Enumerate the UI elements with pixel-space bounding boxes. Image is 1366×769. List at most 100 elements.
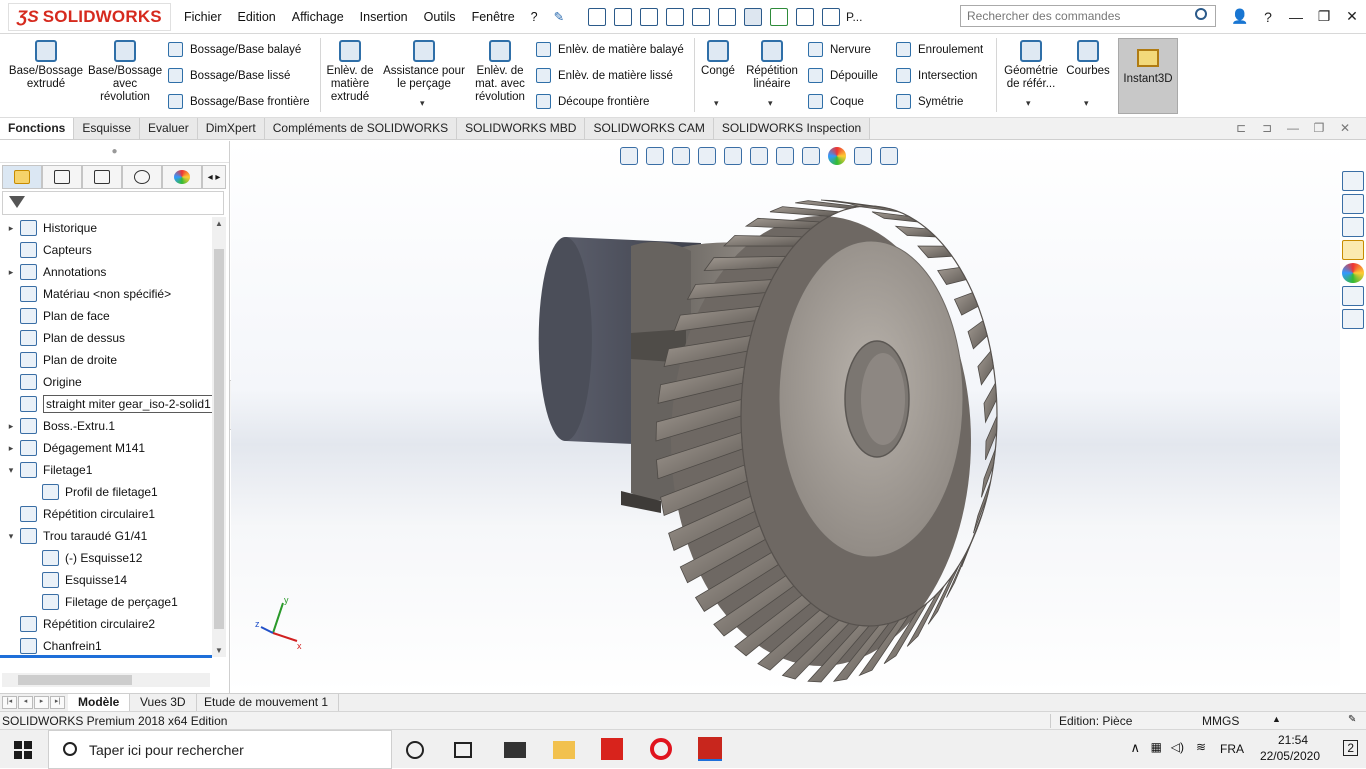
- swept-cut-button[interactable]: Enlèv. de matière balayé: [536, 42, 684, 57]
- scroll-thumb[interactable]: [214, 249, 224, 629]
- rollback-bar[interactable]: [0, 655, 212, 658]
- last-tab-icon[interactable]: ▸|: [50, 696, 65, 709]
- wrap-button[interactable]: Enroulement: [896, 42, 983, 57]
- quick-access-overflow[interactable]: P...: [846, 10, 862, 24]
- tree-node[interactable]: Plan de dessus: [6, 327, 125, 349]
- pdf-reader-icon[interactable]: [601, 738, 623, 760]
- horizontal-scroll-thumb[interactable]: [18, 675, 132, 685]
- property-manager-tab[interactable]: [42, 165, 82, 189]
- home-icon[interactable]: [588, 8, 606, 26]
- tile-left-icon[interactable]: ⊏: [1228, 121, 1254, 135]
- windows-start-icon[interactable]: [14, 741, 32, 759]
- command-search-input[interactable]: Rechercher des commandes: [960, 5, 1216, 27]
- tree-node[interactable]: ▾ Trou taraudé G1/41: [6, 525, 147, 547]
- fillet-button[interactable]: Congé: [698, 40, 738, 78]
- status-units[interactable]: MMGS: [1202, 714, 1239, 728]
- tree-node[interactable]: Répétition circulaire2: [6, 613, 155, 635]
- select-icon[interactable]: [744, 8, 762, 26]
- tab-3d-views[interactable]: Vues 3D: [130, 694, 197, 711]
- scroll-up-icon[interactable]: ▲: [212, 219, 226, 228]
- extruded-cut-button[interactable]: Enlèv. de matière extrudé: [324, 40, 376, 104]
- fillet-dropdown-icon[interactable]: ▾: [714, 98, 719, 109]
- rib-button[interactable]: Nervure: [808, 42, 871, 57]
- menu-fichier[interactable]: Fichier: [176, 10, 230, 24]
- linear-pattern-dropdown-icon[interactable]: ▾: [768, 98, 773, 109]
- tab-model[interactable]: Modèle: [68, 694, 131, 711]
- close-button[interactable]: ✕: [1338, 8, 1366, 25]
- keyboard-language[interactable]: FRA: [1220, 742, 1244, 756]
- dimxpert-manager-tab[interactable]: [122, 165, 162, 189]
- menu-help[interactable]: ?: [523, 10, 546, 24]
- tree-expander-icon[interactable]: ▸: [6, 267, 16, 278]
- tree-node[interactable]: ▸ Boss.-Extru.1: [6, 415, 115, 437]
- new-document-icon[interactable]: [614, 8, 632, 26]
- tab-complements[interactable]: Compléments de SOLIDWORKS: [264, 118, 458, 139]
- hole-wizard-button[interactable]: Assistance pour le perçage: [380, 40, 468, 91]
- intersect-button[interactable]: Intersection: [896, 68, 977, 83]
- tree-node[interactable]: Profil de filetage1: [28, 481, 158, 503]
- solidworks-logo[interactable]: ƷS SOLIDWORKS: [8, 3, 171, 31]
- first-tab-icon[interactable]: |◂: [2, 696, 17, 709]
- extrude-boss-button[interactable]: Base/Bossage extrudé: [8, 40, 84, 91]
- tree-node[interactable]: ▸ Dégagement M141: [6, 437, 145, 459]
- tree-node[interactable]: ▾ Filetage1: [6, 459, 92, 481]
- instant3d-button[interactable]: Instant3D: [1118, 38, 1178, 114]
- tree-expander-icon[interactable]: ▸: [6, 421, 16, 432]
- units-up-icon[interactable]: ▲: [1272, 714, 1281, 724]
- doc-restore-button[interactable]: ❐: [1306, 121, 1332, 135]
- next-tab-icon[interactable]: ▸: [34, 696, 49, 709]
- graphics-area[interactable]: y x z: [231, 141, 1340, 693]
- tab-inspection[interactable]: SOLIDWORKS Inspection: [713, 118, 871, 139]
- reference-geometry-button[interactable]: Géométrie de référ...: [1000, 40, 1062, 91]
- solidworks-taskbar-icon[interactable]: [698, 737, 722, 761]
- view-palette-icon[interactable]: [1342, 240, 1364, 260]
- clock-date[interactable]: 22/05/2020: [1260, 749, 1320, 763]
- taskbar-search-box[interactable]: Taper ici pour rechercher: [48, 730, 392, 769]
- file-explorer-icon[interactable]: [1342, 217, 1364, 237]
- pin-icon[interactable]: ✎: [546, 9, 572, 24]
- curves-button[interactable]: Courbes: [1064, 40, 1112, 78]
- print-icon[interactable]: [692, 8, 710, 26]
- solidworks-resources-icon[interactable]: [1342, 171, 1364, 191]
- tree-expander-icon[interactable]: ▸: [6, 223, 16, 234]
- lofted-boss-button[interactable]: Bossage/Base lissé: [168, 68, 290, 83]
- tab-fonctions[interactable]: Fonctions: [0, 118, 75, 139]
- tab-motion-study[interactable]: Etude de mouvement 1: [194, 694, 340, 711]
- tree-node[interactable]: Filetage de perçage1: [28, 591, 178, 613]
- options-gear-icon[interactable]: [822, 8, 840, 26]
- custom-properties-icon[interactable]: [1342, 286, 1364, 306]
- linear-pattern-button[interactable]: Répétition linéaire: [742, 40, 802, 91]
- tab-dimxpert[interactable]: DimXpert: [197, 118, 265, 139]
- tab-esquisse[interactable]: Esquisse: [74, 118, 141, 139]
- revolved-cut-button[interactable]: Enlèv. de mat. avec révolution: [472, 40, 528, 104]
- swept-boss-button[interactable]: Bossage/Base balayé: [168, 42, 301, 57]
- tree-node[interactable]: (-) Esquisse12: [28, 547, 142, 569]
- cortana-icon[interactable]: [406, 741, 424, 759]
- reference-geometry-dropdown-icon[interactable]: ▾: [1026, 98, 1031, 109]
- tree-node[interactable]: Répétition circulaire1: [6, 503, 155, 525]
- tree-node[interactable]: straight miter gear_iso-2-solid1: [6, 393, 212, 415]
- tab-cam[interactable]: SOLIDWORKS CAM: [585, 118, 714, 139]
- display-manager-tab[interactable]: [162, 165, 202, 189]
- menu-affichage[interactable]: Affichage: [284, 10, 352, 24]
- feature-tree-horizontal-scrollbar[interactable]: [2, 673, 210, 687]
- tile-right-icon[interactable]: ⊐: [1254, 121, 1280, 135]
- appearances-icon[interactable]: [1342, 263, 1364, 283]
- tree-node[interactable]: Matériau <non spécifié>: [6, 283, 171, 305]
- scroll-down-icon[interactable]: ▼: [212, 646, 226, 655]
- tree-node[interactable]: Capteurs: [6, 239, 92, 261]
- mirror-button[interactable]: Symétrie: [896, 94, 963, 109]
- doc-minimize-button[interactable]: —: [1280, 121, 1306, 135]
- feature-tree-vertical-scrollbar[interactable]: ▲ ▼: [212, 217, 226, 657]
- tree-node[interactable]: Plan de droite: [6, 349, 117, 371]
- boundary-cut-button[interactable]: Découpe frontière: [536, 94, 649, 109]
- menu-outils[interactable]: Outils: [416, 10, 464, 24]
- wifi-icon[interactable]: ≋: [1196, 740, 1206, 754]
- boundary-boss-button[interactable]: Bossage/Base frontière: [168, 94, 310, 109]
- gear-model[interactable]: [231, 141, 1340, 693]
- menu-insertion[interactable]: Insertion: [352, 10, 416, 24]
- tree-node[interactable]: ▸ Historique: [6, 217, 97, 239]
- tab-mbd[interactable]: SOLIDWORKS MBD: [457, 118, 586, 139]
- tree-expander-icon[interactable]: ▸: [6, 443, 16, 454]
- gear-face[interactable]: [778, 240, 964, 558]
